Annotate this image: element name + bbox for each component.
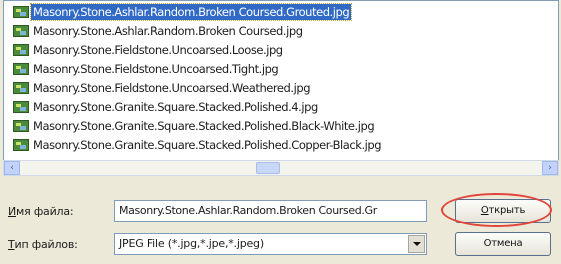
file-item[interactable]: Masonry.Stone.Granite.Square.Stacked.Pol… [13,135,383,154]
file-item-name: Masonry.Stone.Fieldstone.Uncoarsed.Loose… [33,42,283,57]
open-button-accesskey: О [480,205,489,216]
file-item[interactable]: Masonry.Stone.Fieldstone.Uncoarsed.Tight… [13,59,280,78]
image-file-icon [13,138,29,151]
file-list[interactable]: Masonry.Stone.Ashlar.Random.Broken Cours… [3,0,559,160]
image-file-icon [13,81,29,94]
filetype-label-text: ип файлов: [14,238,78,251]
image-file-icon [13,62,29,75]
filename-label-text: мя файла: [16,205,74,218]
filename-label-accesskey: И [8,205,17,218]
image-file-icon [13,43,29,56]
scroll-left-arrow-icon[interactable]: ‹ [4,161,20,175]
file-item[interactable]: Masonry.Stone.Ashlar.Random.Broken Cours… [13,21,305,40]
file-item-name: Masonry.Stone.Granite.Square.Stacked.Pol… [33,99,318,114]
cancel-button[interactable]: Отмена [455,232,551,256]
scroll-right-arrow-icon[interactable]: › [542,161,558,175]
filetype-label: Тип файлов: [8,238,78,251]
filetype-select-value: JPEG File (*.jpg,*.jpe,*.jpeg) [119,237,264,250]
image-file-icon [13,5,29,18]
filetype-select[interactable]: JPEG File (*.jpg,*.jpe,*.jpeg) [114,233,427,255]
open-button-label: ткрыть [488,205,526,216]
chevron-down-icon [412,242,421,246]
open-button[interactable]: Открыть [455,199,551,223]
file-item-name: Masonry.Stone.Granite.Square.Stacked.Pol… [33,118,375,133]
file-item[interactable]: Masonry.Stone.Granite.Square.Stacked.Pol… [13,97,320,116]
file-item-name: Masonry.Stone.Ashlar.Random.Broken Cours… [29,2,353,21]
file-item-name: Masonry.Stone.Ashlar.Random.Broken Cours… [33,23,303,38]
dropdown-button[interactable] [408,235,425,253]
file-item[interactable]: Masonry.Stone.Ashlar.Random.Broken Cours… [13,2,353,21]
horizontal-scrollbar[interactable]: ‹ › [3,160,559,176]
file-item[interactable]: Masonry.Stone.Fieldstone.Uncoarsed.Loose… [13,40,285,59]
image-file-icon [13,119,29,132]
file-item[interactable]: Masonry.Stone.Granite.Square.Stacked.Pol… [13,116,376,135]
scrollbar-thumb[interactable] [256,162,280,174]
image-file-icon [13,100,29,113]
filename-label: Имя файла: [8,205,74,218]
file-item-name: Masonry.Stone.Fieldstone.Uncoarsed.Weath… [33,80,311,95]
file-item-name: Masonry.Stone.Granite.Square.Stacked.Pol… [33,137,382,152]
file-item[interactable]: Masonry.Stone.Fieldstone.Uncoarsed.Weath… [13,78,312,97]
file-item-name: Masonry.Stone.Fieldstone.Uncoarsed.Tight… [33,61,279,76]
image-file-icon [13,24,29,37]
filename-input[interactable]: Masonry.Stone.Ashlar.Random.Broken Cours… [114,200,427,222]
